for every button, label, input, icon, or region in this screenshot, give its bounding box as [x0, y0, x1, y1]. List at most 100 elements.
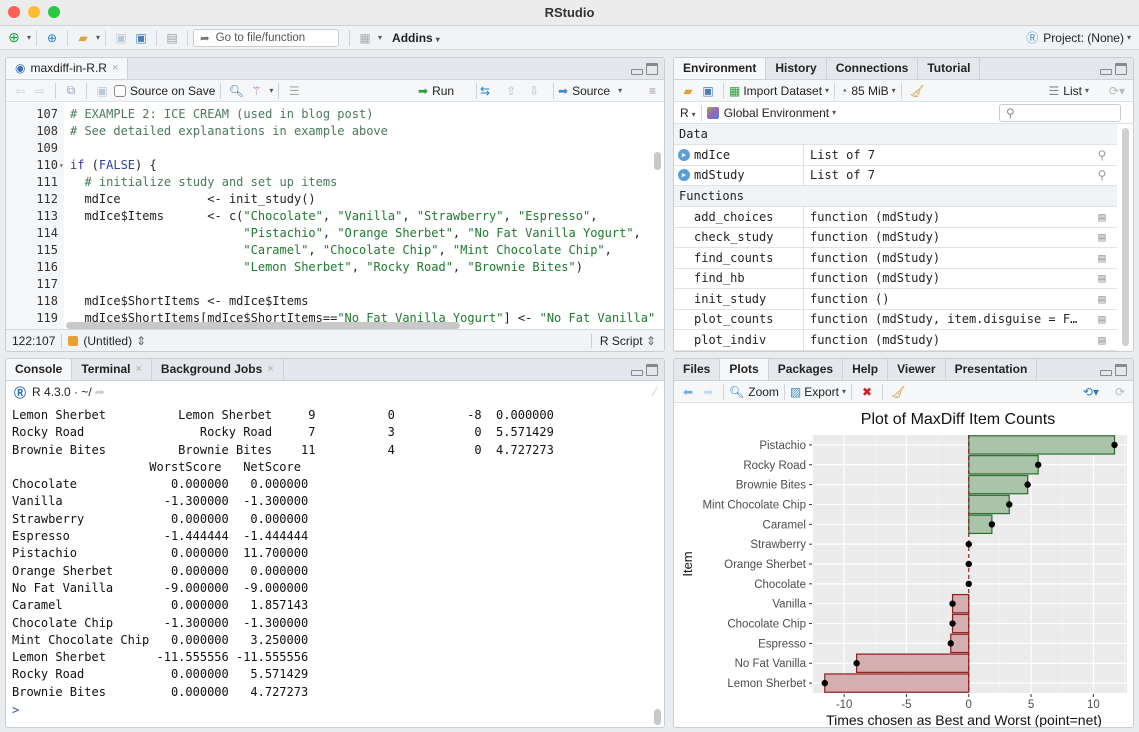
maximize-pane-icon[interactable]	[1115, 63, 1127, 75]
addins-menu[interactable]: Addins ▾	[392, 31, 440, 45]
view-function-icon[interactable]: ▤	[1087, 210, 1117, 224]
tab-files[interactable]: Files	[674, 359, 721, 380]
remove-plot-icon[interactable]: ✖	[859, 384, 875, 400]
back-icon[interactable]: ⇦	[12, 83, 28, 99]
console-scrollbar[interactable]	[654, 709, 661, 725]
go-to-dir-icon[interactable]: ➦	[95, 385, 105, 399]
language-menu[interactable]: R ▾	[680, 106, 696, 120]
env-row[interactable]: find_hb function (mdStudy) ▤	[674, 268, 1117, 289]
tab-help[interactable]: Help	[843, 359, 889, 380]
tab-background-jobs[interactable]: Background Jobs ×	[152, 359, 284, 380]
clear-console-icon[interactable]: ⁄	[654, 385, 656, 399]
forward-icon[interactable]: ⇨	[32, 83, 48, 99]
previous-plot-icon[interactable]: ⬅	[680, 384, 696, 400]
source-button[interactable]: ➡ Source ▾	[558, 84, 622, 98]
broom-icon[interactable]: 🧹︎	[909, 83, 925, 99]
view-function-icon[interactable]: ▤	[1087, 271, 1117, 285]
code-line[interactable]: 117	[6, 276, 664, 293]
code-line[interactable]: 112 mdIce <- init_study()	[6, 191, 664, 208]
tab-presentation[interactable]: Presentation	[946, 359, 1038, 380]
new-project-icon[interactable]: ⊕	[44, 30, 60, 46]
tab-connections[interactable]: Connections	[827, 58, 919, 79]
tab-packages[interactable]: Packages	[769, 359, 844, 380]
env-row[interactable]: find_counts function (mdStudy) ▤	[674, 248, 1117, 269]
file-type-selector[interactable]: R Script ⇕	[590, 333, 656, 348]
view-data-icon[interactable]: ⚲	[1087, 168, 1117, 182]
minimize-pane-icon[interactable]	[631, 370, 643, 376]
maximize-pane-icon[interactable]	[1115, 364, 1127, 376]
refresh-plot-icon[interactable]: ⟳	[1115, 385, 1125, 399]
project-menu[interactable]: Ⓡ Project: (None) ▾	[1026, 29, 1131, 46]
maximize-pane-icon[interactable]	[646, 63, 658, 75]
minimize-pane-icon[interactable]	[631, 69, 643, 75]
editor-vertical-scrollbar[interactable]	[654, 152, 661, 170]
new-file-icon[interactable]: ⊕	[6, 29, 22, 46]
code-tools-wand-icon[interactable]: ⚚	[248, 83, 264, 99]
scope-menu[interactable]: Global Environment ▾	[706, 106, 836, 120]
code-line[interactable]: 115 "Caramel", "Chocolate Chip", "Mint C…	[6, 242, 664, 259]
compile-report-icon[interactable]: ☰	[286, 83, 302, 99]
environment-search-input[interactable]: ⚲	[999, 103, 1121, 122]
env-row[interactable]: init_study function () ▤	[674, 289, 1117, 310]
view-function-icon[interactable]: ▤	[1087, 333, 1117, 347]
scope-selector[interactable]: (Untitled) ⇕	[68, 334, 146, 348]
load-workspace-icon[interactable]: ▰	[680, 83, 696, 99]
publish-icon[interactable]: ⟲▾	[1083, 385, 1099, 399]
zoom-button[interactable]: 🔍︎ Zoom	[729, 385, 779, 399]
minimize-pane-icon[interactable]	[1100, 69, 1112, 75]
env-row[interactable]: add_choices function (mdStudy) ▤	[674, 207, 1117, 228]
print-icon[interactable]: ▤	[164, 30, 180, 46]
code-line[interactable]: 114 "Pistachio", "Orange Sherbet", "No F…	[6, 225, 664, 242]
memory-usage-menu[interactable]: ◔ 85 MiB ▾	[840, 84, 896, 98]
refresh-icon[interactable]: ⟳▾	[1109, 84, 1125, 98]
tab-environment[interactable]: Environment	[674, 58, 767, 79]
close-terminal-icon[interactable]: ×	[135, 363, 141, 375]
save-all-icon[interactable]: ▣	[133, 30, 149, 46]
view-function-icon[interactable]: ▤	[1087, 312, 1117, 326]
tab-history[interactable]: History	[766, 58, 827, 79]
view-function-icon[interactable]: ▤	[1087, 230, 1117, 244]
console-prompt[interactable]: >	[12, 703, 19, 717]
minimize-pane-icon[interactable]	[1100, 370, 1112, 376]
go-up-icon[interactable]: ⇧	[506, 84, 516, 98]
find-icon[interactable]: 🔍︎	[228, 83, 244, 99]
code-editor[interactable]: 107 # EXAMPLE 2: ICE CREAM (used in blog …	[6, 103, 664, 329]
tab-plots[interactable]: Plots	[720, 359, 769, 380]
tab-console[interactable]: Console	[6, 359, 73, 380]
environment-scrollbar[interactable]	[1122, 128, 1129, 346]
import-dataset-menu[interactable]: ▦ Import Dataset ▾	[729, 84, 829, 98]
tab-viewer[interactable]: Viewer	[888, 359, 946, 380]
outline-icon[interactable]: ≡	[649, 84, 656, 98]
close-tab-icon[interactable]: ×	[112, 62, 118, 74]
expand-icon[interactable]: ▶	[678, 148, 690, 161]
env-row[interactable]: ▶ mdIce List of 7 ⚲	[674, 145, 1117, 166]
source-on-save-checkbox[interactable]: Source on Save	[114, 84, 215, 98]
code-line[interactable]: 116 "Lemon Sherbet", "Rocky Road", "Brow…	[6, 259, 664, 276]
save-icon[interactable]: ▣	[113, 30, 129, 46]
code-line[interactable]: 107 # EXAMPLE 2: ICE CREAM (used in blog …	[6, 106, 664, 123]
go-down-icon[interactable]: ⇩	[529, 84, 539, 98]
code-line[interactable]: 118 mdIce$ShortItems <- mdIce$Items	[6, 293, 664, 310]
view-function-icon[interactable]: ▤	[1087, 251, 1117, 265]
env-row[interactable]: plot_indiv function (mdStudy) ▤	[674, 330, 1117, 351]
run-button[interactable]: ➡ Run	[418, 84, 454, 98]
env-row[interactable]: plot_counts function (mdStudy, item.disgu…	[674, 309, 1117, 330]
save-workspace-icon[interactable]: ▣	[700, 83, 716, 99]
export-menu[interactable]: ▨ Export ▾	[790, 385, 846, 399]
next-plot-icon[interactable]: ➡	[700, 384, 716, 400]
editor-horizontal-scrollbar[interactable]	[66, 322, 460, 329]
code-line[interactable]: 110 if (FALSE) {▾	[6, 157, 664, 174]
env-row[interactable]: ▶ mdStudy List of 7 ⚲	[674, 165, 1117, 186]
save-file-icon[interactable]: ▣	[94, 83, 110, 99]
rerun-icon[interactable]: ⇆	[480, 84, 490, 98]
show-in-window-icon[interactable]: ⧉	[63, 83, 79, 99]
code-line[interactable]: 109	[6, 140, 664, 157]
clear-plots-broom-icon[interactable]: 🧹︎	[890, 384, 906, 400]
env-row[interactable]: check_study function (mdStudy) ▤	[674, 227, 1117, 248]
tab-terminal[interactable]: Terminal ×	[72, 359, 152, 380]
code-line[interactable]: 113 mdIce$Items <- c("Chocolate", "Vanil…	[6, 208, 664, 225]
view-data-icon[interactable]: ⚲	[1087, 148, 1117, 162]
grid-layout-icon[interactable]: ▦	[357, 30, 373, 46]
tab-tutorial[interactable]: Tutorial	[918, 58, 981, 79]
goto-file-input[interactable]: ➦ Go to file/function	[193, 28, 340, 47]
